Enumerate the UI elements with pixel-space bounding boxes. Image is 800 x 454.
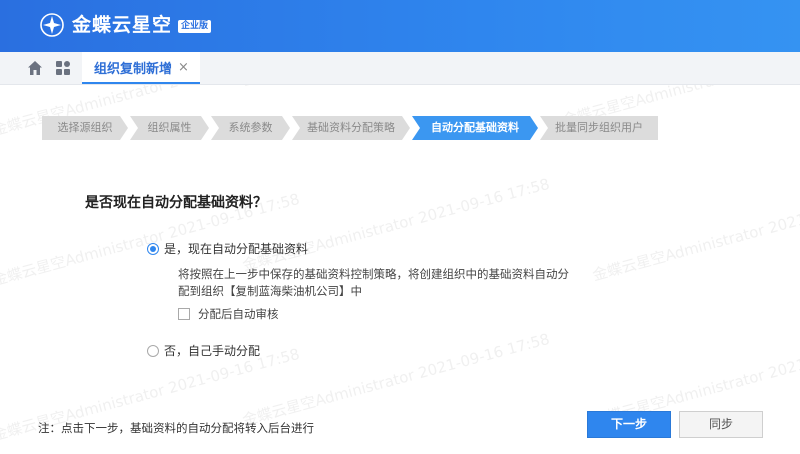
option-yes-label: 是，现在自动分配基础资料 [164, 242, 309, 256]
tab-org-copy-add[interactable]: 组织复制新增 × [82, 52, 200, 84]
brand-name: 金蝶云星空 [72, 14, 173, 36]
step-system-params[interactable]: 系统参数 [211, 116, 290, 140]
step-select-source-org[interactable]: 选择源组织 [42, 116, 128, 140]
brand-logo: 金蝶云星空 企业版 [40, 12, 212, 38]
tab-bar: 组织复制新增 × [0, 52, 800, 85]
footer-note: 注：点击下一步，基础资料的自动分配将转入后台进行 [38, 421, 314, 435]
step-sync-org-users[interactable]: 批量同步组织用户 [540, 116, 658, 140]
watermark: 金蝶云星空Administrator 2021-09-16 17:58 [240, 174, 552, 275]
edition-badge: 企业版 [178, 19, 212, 33]
apps-grid-icon[interactable] [54, 59, 72, 77]
auto-audit-checkbox[interactable] [178, 308, 190, 320]
step-org-properties[interactable]: 组织属性 [130, 116, 209, 140]
watermark: 金蝶云星空Administrator 2021-09-16 17:58 [240, 329, 552, 430]
radio-no[interactable] [147, 344, 159, 357]
auto-audit-option[interactable]: 分配后自动审核 [178, 306, 279, 322]
kingdee-logo-icon [40, 13, 64, 37]
sync-button[interactable]: 同步 [679, 411, 763, 438]
option-no-label: 否，自己手动分配 [164, 344, 261, 358]
step-auto-assign-basic-data[interactable]: 自动分配基础资料 [412, 116, 538, 140]
tab-label: 组织复制新增 [94, 61, 173, 77]
close-icon[interactable]: × [178, 61, 189, 74]
auto-audit-label: 分配后自动审核 [198, 307, 279, 321]
home-icon[interactable] [26, 59, 44, 77]
step-basic-data-strategy[interactable]: 基础资料分配策略 [292, 116, 410, 140]
option-yes-description: 将按照在上一步中保存的基础资料控制策略，将创建组织中的基础资料自动分配到组织【复… [178, 267, 569, 298]
option-yes[interactable]: 是，现在自动分配基础资料 [147, 240, 308, 257]
app-header: 金蝶云星空 企业版 [0, 0, 800, 52]
radio-yes[interactable] [147, 242, 159, 255]
next-button[interactable]: 下一步 [587, 411, 671, 438]
watermark: 金蝶云星空Administrator 2021-09-16 17:58 [590, 185, 800, 285]
wizard-steps: 选择源组织 组织属性 系统参数 基础资料分配策略 自动分配基础资料 批量同步组织… [42, 116, 658, 140]
option-no[interactable]: 否，自己手动分配 [147, 342, 260, 359]
question-title: 是否现在自动分配基础资料？ [85, 195, 267, 211]
